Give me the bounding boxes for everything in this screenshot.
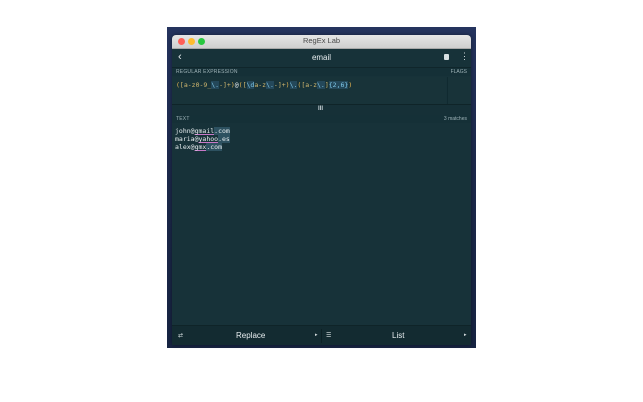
match-group-user: john (175, 127, 191, 135)
navigation-bar: ‹ email ⋮ (172, 49, 471, 68)
match-group-tld: .com (206, 143, 222, 151)
replace-icon[interactable]: ⇄ (178, 332, 183, 339)
bottom-toolbar: ⇄ Replace ▸ ☰ List ▸ (172, 325, 471, 345)
match-group-tld: .com (214, 127, 230, 135)
more-vertical-icon[interactable]: ⋮ (460, 51, 469, 62)
list-icon[interactable]: ☰ (326, 332, 331, 339)
match-group-user: alex (175, 143, 191, 151)
replace-expand-arrow-icon[interactable]: ▸ (315, 332, 318, 338)
regex-token: \. (316, 81, 325, 89)
text-line: alex@gmx.com (175, 143, 222, 151)
regex-token: [ (242, 81, 247, 89)
text-section-header: TEXT 3 matches (172, 115, 471, 123)
text-line: john@gmail.com (175, 127, 230, 135)
app-window: RegEx Lab ‹ email ⋮ REGULAR EXPRESSION F… (172, 35, 471, 345)
flags-panel[interactable] (447, 77, 471, 104)
text-section-label: TEXT (176, 116, 190, 122)
regex-token: ) (285, 81, 290, 89)
regex-token: \. (211, 81, 220, 89)
match-group-domain: gmx (194, 143, 207, 151)
match-group-tld: .es (218, 135, 230, 143)
regex-token: [a-z (301, 81, 317, 89)
regex-section-header: REGULAR EXPRESSION FLAGS (172, 68, 471, 76)
match-group-domain: yahoo (198, 135, 219, 143)
regex-token: a-z (254, 81, 267, 89)
regex-token: ) (348, 81, 353, 89)
grip-icon: III (318, 106, 324, 112)
regex-section-label: REGULAR EXPRESSION (176, 69, 238, 75)
list-expand-arrow-icon[interactable]: ▸ (464, 332, 467, 338)
test-text-editor[interactable]: john@gmail.com maria@yahoo.es alex@gmx.com (172, 124, 471, 324)
window-title: RegEx Lab (302, 36, 341, 45)
regex-token: [a-z0-9_ (179, 81, 212, 89)
list-button[interactable]: List (392, 331, 404, 340)
book-icon[interactable] (444, 54, 449, 60)
flags-label: FLAGS (450, 69, 467, 75)
match-group-user: maria (175, 135, 195, 143)
regex-token: \. (266, 81, 274, 89)
window-titlebar: RegEx Lab (172, 35, 471, 49)
regex-token: {2,6} (328, 81, 349, 89)
replace-button[interactable]: Replace (236, 331, 265, 340)
match-count: 3 matches (443, 116, 467, 122)
regex-token: -]+ (219, 81, 231, 89)
regex-expression[interactable]: ([a-z0-9_\.-]+)@([\da-z\.-]+)\.([a-z\.]{… (176, 81, 352, 89)
toolbar-divider (321, 329, 322, 343)
match-group-domain: gmail (194, 127, 215, 135)
regex-token: -]+ (273, 81, 286, 89)
text-line: maria@yahoo.es (175, 135, 230, 143)
nav-title: email (311, 53, 332, 62)
regex-editor[interactable]: ([a-z0-9_\.-]+)@([\da-z\.-]+)\.([a-z\.]{… (172, 77, 446, 104)
